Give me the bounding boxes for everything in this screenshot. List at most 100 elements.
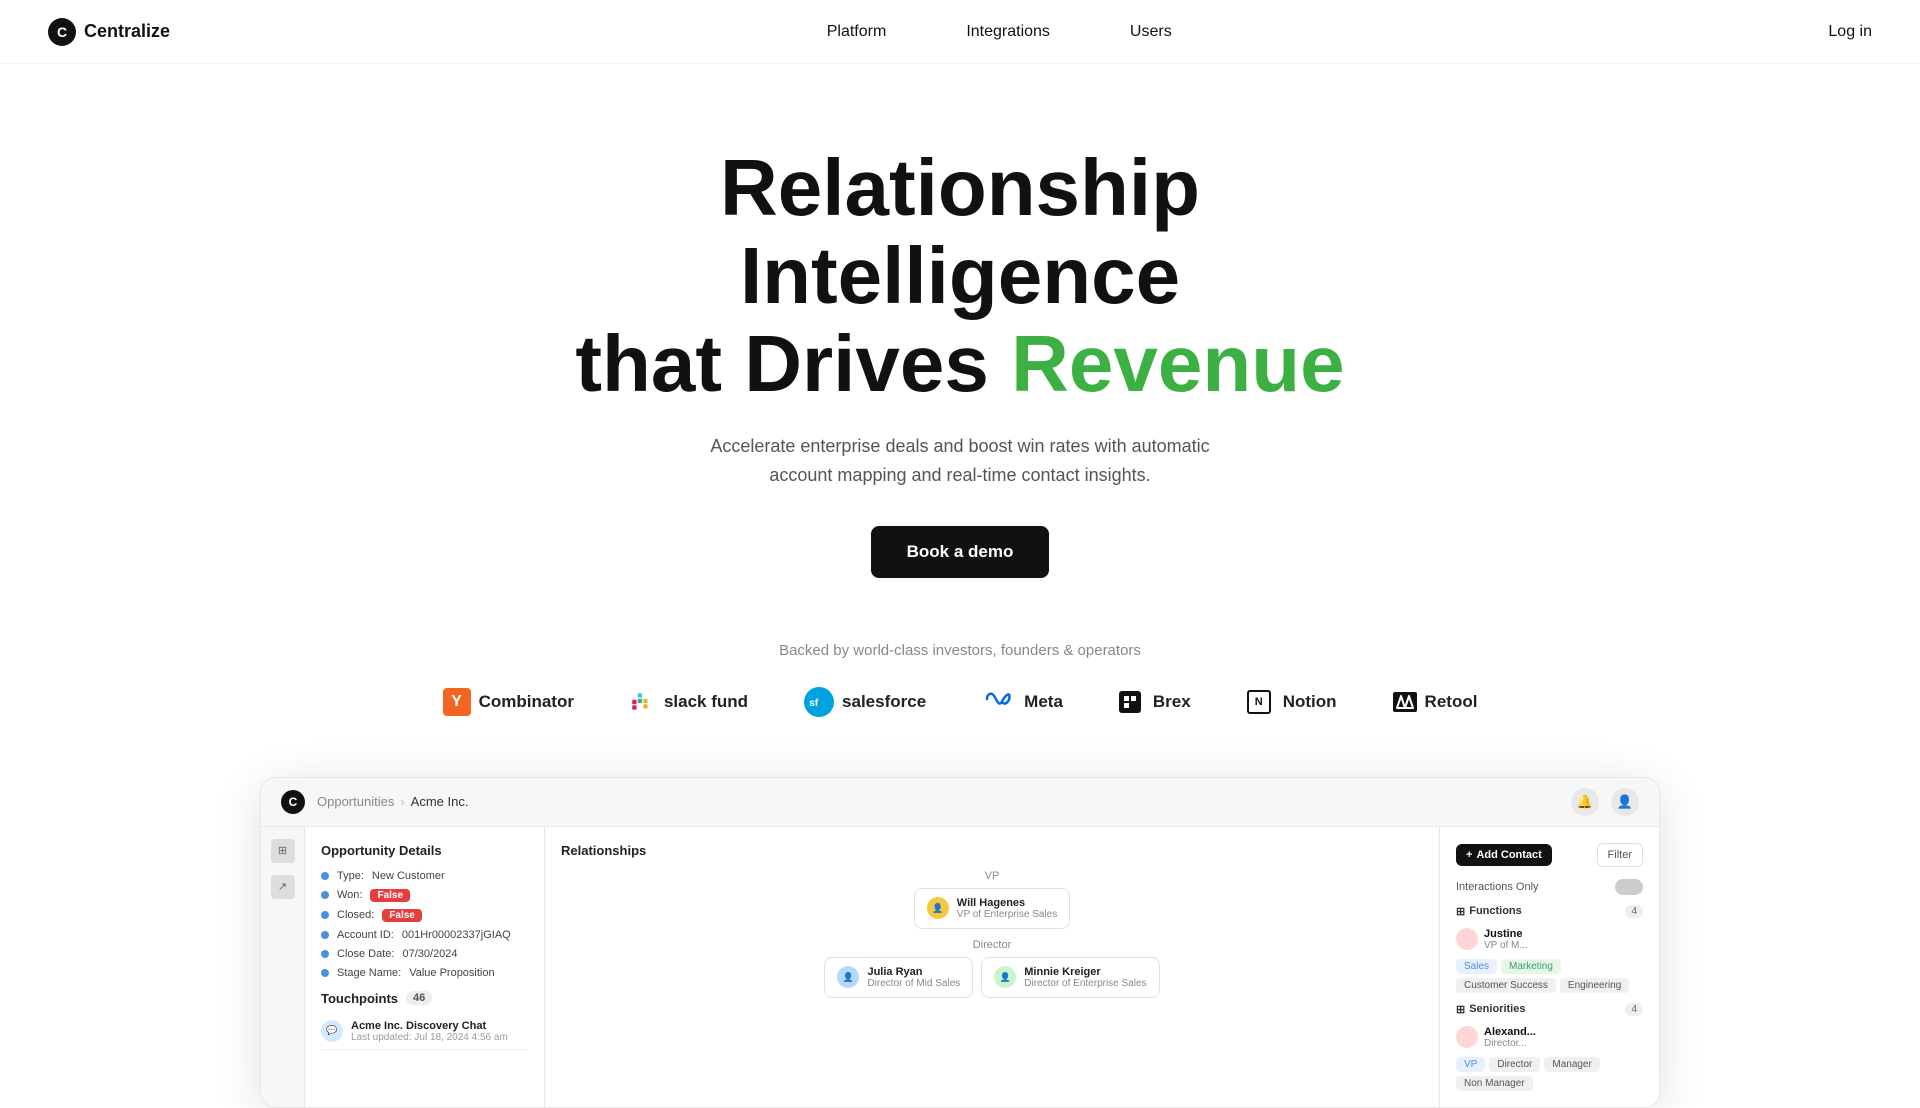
brex-icon <box>1119 691 1141 713</box>
detail-dot <box>321 891 329 899</box>
minnie-info: Minnie Kreiger Director of Enterprise Sa… <box>1024 966 1146 989</box>
minnie-avatar: 👤 <box>994 966 1016 988</box>
detail-close-date: Close Date: 07/30/2024 <box>321 948 528 960</box>
alexand-title: Director... <box>1484 1038 1536 1049</box>
seniorities-tags: VP Director Manager Non Manager <box>1456 1057 1643 1091</box>
nav-platform[interactable]: Platform <box>827 23 887 41</box>
alexand-info: Alexand... Director... <box>1484 1026 1536 1049</box>
logo-brex: Brex <box>1119 691 1191 713</box>
vp-cards: 👤 Will Hagenes VP of Enterprise Sales <box>561 888 1423 929</box>
logo-notion: N Notion <box>1247 690 1337 714</box>
tag-engineering: Engineering <box>1560 978 1629 993</box>
screenshot-body: ⊞ ↗ Opportunity Details Type: New Custom… <box>261 827 1659 1107</box>
functions-icon: ⊞ <box>1456 905 1465 918</box>
tag-customer-success: Customer Success <box>1456 978 1556 993</box>
justine-name: Justine <box>1484 928 1528 940</box>
yc-icon: Y <box>443 688 471 716</box>
navbar: C Centralize Platform Integrations Users… <box>0 0 1920 64</box>
logo-retool: Retool <box>1393 692 1478 712</box>
logo-salesforce: sf salesforce <box>804 687 926 717</box>
slack-icon <box>630 691 652 713</box>
detail-closed: Closed: False <box>321 909 528 922</box>
topbar-right: 🔔 👤 <box>1571 788 1639 816</box>
retool-label: Retool <box>1425 692 1478 712</box>
rel-level-vp: VP 👤 Will Hagenes VP of Enterprise Sales <box>561 870 1423 929</box>
seniorities-filter-section: ⊞ Seniorities 4 Alexand... Director... <box>1456 1003 1643 1091</box>
won-badge: False <box>370 889 410 902</box>
detail-won: Won: False <box>321 889 528 902</box>
notification-icon[interactable]: 🔔 <box>1571 788 1599 816</box>
nav-right: Log in <box>1828 23 1872 41</box>
alexand-name: Alexand... <box>1484 1026 1536 1038</box>
alexand-avatar <box>1456 1026 1478 1048</box>
vp-label: VP <box>561 870 1423 882</box>
add-contact-button[interactable]: + Add Contact <box>1456 844 1552 866</box>
screenshot-sidebar: ⊞ ↗ <box>261 827 305 1107</box>
hero-subtext: Accelerate enterprise deals and boost wi… <box>700 432 1220 490</box>
stage-name-value: Value Proposition <box>409 967 494 979</box>
functions-tags: Sales Marketing Customer Success Enginee… <box>1456 959 1643 993</box>
rel-card-julia: 👤 Julia Ryan Director of Mid Sales <box>824 957 973 998</box>
seniorities-header: ⊞ Seniorities 4 <box>1456 1003 1643 1016</box>
nav-integrations[interactable]: Integrations <box>966 23 1050 41</box>
login-button[interactable]: Log in <box>1828 23 1872 41</box>
detail-dot <box>321 911 329 919</box>
user-avatar-icon[interactable]: 👤 <box>1611 788 1639 816</box>
opportunity-details-panel: Opportunity Details Type: New Customer W… <box>305 827 545 1107</box>
investors-tagline: Backed by world-class investors, founder… <box>48 642 1872 659</box>
filter-button[interactable]: Filter <box>1597 843 1643 867</box>
sidebar-icon-1[interactable]: ⊞ <box>271 839 295 863</box>
detail-dot <box>321 872 329 880</box>
functions-label: Functions <box>1469 905 1522 917</box>
logo[interactable]: C Centralize <box>48 18 170 46</box>
headline-line2-black: that Drives <box>575 319 988 408</box>
tag-director: Director <box>1489 1057 1540 1072</box>
functions-count: 4 <box>1625 905 1643 918</box>
hero-headline: Relationship Intelligence that Drives Re… <box>510 144 1410 408</box>
relationships-panel: Relationships VP 👤 Will Hagenes VP of En… <box>545 827 1439 1107</box>
touchpoint-date: Last updated: Jul 18, 2024 4:56 am <box>351 1032 508 1043</box>
touchpoints-count: 46 <box>406 991 432 1005</box>
meta-label: Meta <box>1024 692 1063 712</box>
investor-logos: Y Combinator slack fund sf <box>48 687 1872 717</box>
screenshot-topbar: C Opportunities › Acme Inc. 🔔 👤 <box>261 778 1659 827</box>
julia-avatar: 👤 <box>837 966 859 988</box>
will-name: Will Hagenes <box>957 897 1057 909</box>
functions-title: ⊞ Functions <box>1456 905 1522 918</box>
detail-account-id: Account ID: 001Hr00002337jGIAQ <box>321 929 528 941</box>
seniorities-icon: ⊞ <box>1456 1003 1465 1016</box>
nav-users[interactable]: Users <box>1130 23 1172 41</box>
julia-info: Julia Ryan Director of Mid Sales <box>867 966 960 989</box>
seniority-person: Alexand... Director... <box>1456 1022 1643 1053</box>
headline-line2-green: Revenue <box>1011 319 1344 408</box>
salesforce-label: salesforce <box>842 692 926 712</box>
will-info: Will Hagenes VP of Enterprise Sales <box>957 897 1057 920</box>
slack-label: slack fund <box>664 692 748 712</box>
seniorities-label: Seniorities <box>1469 1003 1525 1015</box>
rel-level-director: Director 👤 Julia Ryan Director of Mid Sa… <box>561 939 1423 998</box>
salesforce-icon: sf <box>804 687 834 717</box>
touchpoint-text: Acme Inc. Discovery Chat Last updated: J… <box>351 1020 508 1043</box>
rel-card-will: 👤 Will Hagenes VP of Enterprise Sales <box>914 888 1070 929</box>
rel-card-minnie: 👤 Minnie Kreiger Director of Enterprise … <box>981 957 1159 998</box>
screenshot-container: C Opportunities › Acme Inc. 🔔 👤 ⊞ ↗ <box>260 777 1660 1108</box>
sidebar-icon-2[interactable]: ↗ <box>271 875 295 899</box>
right-filter-panel: + Add Contact Filter Interactions Only ⊞… <box>1439 827 1659 1107</box>
investors-section: Backed by world-class investors, founder… <box>0 618 1920 757</box>
tag-manager: Manager <box>1544 1057 1599 1072</box>
hero-section: Relationship Intelligence that Drives Re… <box>0 64 1920 618</box>
cta-button[interactable]: Book a demo <box>871 526 1050 578</box>
functions-filter-section: ⊞ Functions 4 Justine VP of M... Sales <box>1456 905 1643 993</box>
breadcrumb-current: Acme Inc. <box>411 794 469 809</box>
headline-line1: Relationship Intelligence <box>720 143 1200 320</box>
detail-dot <box>321 931 329 939</box>
director-cards: 👤 Julia Ryan Director of Mid Sales 👤 Min… <box>561 957 1423 998</box>
logo-icon: C <box>48 18 76 46</box>
will-avatar: 👤 <box>927 897 949 919</box>
interactions-toggle[interactable] <box>1615 879 1643 895</box>
logo-text: Centralize <box>84 21 170 42</box>
tag-vp: VP <box>1456 1057 1485 1072</box>
minnie-title: Director of Enterprise Sales <box>1024 978 1146 989</box>
account-id-value: 001Hr00002337jGIAQ <box>402 929 511 941</box>
nav-links: Platform Integrations Users <box>827 23 1172 41</box>
